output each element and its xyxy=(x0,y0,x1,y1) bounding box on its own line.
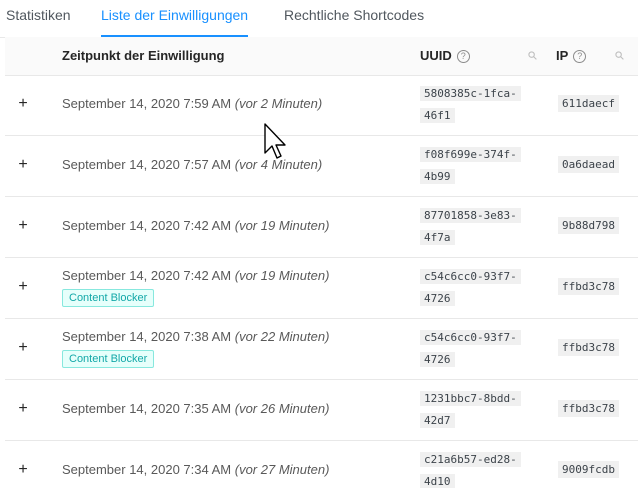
help-icon[interactable]: ? xyxy=(573,50,587,63)
ip-value: ffbd3c78 xyxy=(558,278,619,295)
uuid-part: c54c6cc0-93f7- xyxy=(420,269,521,284)
uuid-part: 4f7a xyxy=(420,230,455,245)
expand-row-button[interactable]: + xyxy=(17,340,29,356)
tab-statistiken[interactable]: Statistiken xyxy=(6,0,71,35)
consent-relative-time: (vor 19 Minuten) xyxy=(234,218,330,233)
uuid-part: f08f699e-374f- xyxy=(420,147,521,162)
uuid-part: 42d7 xyxy=(420,413,455,428)
column-header-ip-label: IP xyxy=(556,48,569,63)
uuid-part: 1231bbc7-8bdd- xyxy=(420,391,521,406)
consent-time: September 14, 2020 7:59 AM (vor 2 Minute… xyxy=(62,96,322,111)
content-blocker-tag: Content Blocker xyxy=(62,289,155,307)
search-icon[interactable] xyxy=(528,51,537,60)
table-row: + September 14, 2020 7:38 AM (vor 22 Min… xyxy=(5,319,638,380)
consent-time: September 14, 2020 7:38 AM (vor 22 Minut… xyxy=(62,329,329,368)
consent-time: September 14, 2020 7:42 AM (vor 19 Minut… xyxy=(62,268,329,307)
consent-relative-time: (vor 2 Minuten) xyxy=(234,96,323,111)
uuid-part: 87701858-3e83- xyxy=(420,208,521,223)
ip-cell: ffbd3c78 xyxy=(558,278,628,296)
tab-rechtliche-shortcodes[interactable]: Rechtliche Shortcodes xyxy=(284,0,424,35)
uuid-part: 4726 xyxy=(420,291,455,306)
ip-value: 9009fcdb xyxy=(558,461,619,478)
ip-value: ffbd3c78 xyxy=(558,400,619,417)
expand-row-button[interactable]: + xyxy=(17,96,29,112)
mouse-cursor-icon xyxy=(264,123,286,159)
uuid-cell: f08f699e-374f- 4b99 xyxy=(420,144,530,188)
uuid-cell: 5808385c-1fca- 46f1 xyxy=(420,83,530,127)
column-header-uuid-label: UUID xyxy=(420,48,452,63)
consent-relative-time: (vor 27 Minuten) xyxy=(234,462,330,477)
consent-date: September 14, 2020 7:35 AM xyxy=(62,401,232,416)
expand-row-button[interactable]: + xyxy=(17,401,29,417)
consent-date: September 14, 2020 7:42 AM xyxy=(62,218,232,233)
ip-cell: ffbd3c78 xyxy=(558,400,628,418)
column-header-ip: IP? xyxy=(556,37,587,75)
ip-cell: ffbd3c78 xyxy=(558,339,628,357)
uuid-cell: c21a6b57-ed28- 4d10 xyxy=(420,449,530,488)
table-row: + September 14, 2020 7:57 AM (vor 4 Minu… xyxy=(5,136,638,197)
uuid-part: 4726 xyxy=(420,352,455,367)
consent-date: September 14, 2020 7:38 AM xyxy=(62,329,232,344)
uuid-part: 5808385c-1fca- xyxy=(420,86,521,101)
tab-liste-der-einwilligungen[interactable]: Liste der Einwilligungen xyxy=(101,0,249,37)
ip-cell: 9b88d798 xyxy=(558,217,628,235)
consent-relative-time: (vor 19 Minuten) xyxy=(234,268,330,283)
ip-value: 611daecf xyxy=(558,95,619,112)
table-row: + September 14, 2020 7:42 AM (vor 19 Min… xyxy=(5,197,638,258)
uuid-part: 4b99 xyxy=(420,169,455,184)
consent-time: September 14, 2020 7:34 AM (vor 27 Minut… xyxy=(62,462,329,477)
expand-row-button[interactable]: + xyxy=(17,157,29,173)
column-header-uuid: UUID? xyxy=(420,37,470,75)
consent-time: September 14, 2020 7:35 AM (vor 26 Minut… xyxy=(62,401,329,416)
ip-cell: 9009fcdb xyxy=(558,461,628,479)
ip-cell: 0a6daead xyxy=(558,156,628,174)
table-row: + September 14, 2020 7:34 AM (vor 27 Min… xyxy=(5,441,638,488)
table-row: + September 14, 2020 7:42 AM (vor 19 Min… xyxy=(5,258,638,319)
expand-row-button[interactable]: + xyxy=(17,279,29,295)
uuid-cell: c54c6cc0-93f7- 4726 xyxy=(420,327,530,371)
consent-date: September 14, 2020 7:57 AM xyxy=(62,157,232,172)
tab-bar: Statistiken Liste der Einwilligungen Rec… xyxy=(0,0,638,38)
ip-cell: 611daecf xyxy=(558,95,628,113)
table-row: + September 14, 2020 7:35 AM (vor 26 Min… xyxy=(5,380,638,441)
consent-time: September 14, 2020 7:42 AM (vor 19 Minut… xyxy=(62,218,329,233)
consent-date: September 14, 2020 7:42 AM xyxy=(62,268,232,283)
column-header-time[interactable]: Zeitpunkt der Einwilligung xyxy=(62,37,225,75)
consent-date: September 14, 2020 7:34 AM xyxy=(62,462,232,477)
uuid-part: 46f1 xyxy=(420,108,455,123)
consent-table: Zeitpunkt der Einwilligung UUID? IP? + S… xyxy=(5,37,638,488)
uuid-cell: c54c6cc0-93f7- 4726 xyxy=(420,266,530,310)
table-body: + September 14, 2020 7:59 AM (vor 2 Minu… xyxy=(5,75,638,488)
expand-row-button[interactable]: + xyxy=(17,218,29,234)
consent-relative-time: (vor 26 Minuten) xyxy=(234,401,330,416)
ip-value: 0a6daead xyxy=(558,156,619,173)
expand-row-button[interactable]: + xyxy=(17,462,29,478)
content-blocker-tag: Content Blocker xyxy=(62,350,155,368)
uuid-part: 4d10 xyxy=(420,474,455,488)
help-icon[interactable]: ? xyxy=(456,50,470,63)
ip-value: 9b88d798 xyxy=(558,217,619,234)
table-row: + September 14, 2020 7:59 AM (vor 2 Minu… xyxy=(5,75,638,136)
search-icon[interactable] xyxy=(615,51,624,60)
uuid-cell: 87701858-3e83- 4f7a xyxy=(420,205,530,249)
uuid-part: c54c6cc0-93f7- xyxy=(420,330,521,345)
ip-value: ffbd3c78 xyxy=(558,339,619,356)
consent-date: September 14, 2020 7:59 AM xyxy=(62,96,232,111)
uuid-part: c21a6b57-ed28- xyxy=(420,452,521,467)
uuid-cell: 1231bbc7-8bdd- 42d7 xyxy=(420,388,530,432)
table-header: Zeitpunkt der Einwilligung UUID? IP? xyxy=(5,37,638,76)
consent-relative-time: (vor 22 Minuten) xyxy=(234,329,330,344)
